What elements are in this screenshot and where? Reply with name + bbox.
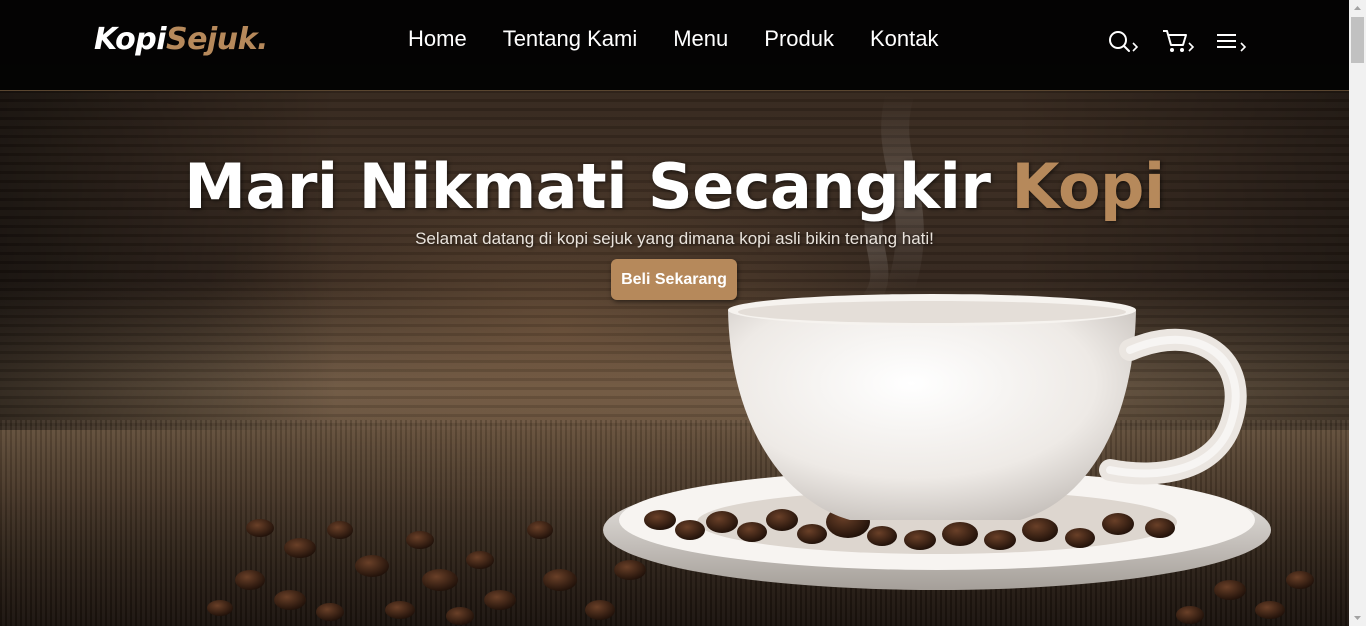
search-icon[interactable] [1108,29,1144,55]
nav-link-tentang-kami[interactable]: Tentang Kami [503,26,638,52]
hero-title: Mari Nikmati Secangkir Kopi [0,150,1349,223]
page-viewport: Mari Nikmati Secangkir Kopi Selamat data… [0,0,1349,626]
logo-text-accent: Sejuk [165,22,258,57]
logo-dot: . [257,22,268,57]
logo-text-primary: Kopi [94,22,166,57]
site-logo[interactable]: KopiSejuk. [94,22,268,57]
hero-subtitle: Selamat datang di kopi sejuk yang dimana… [415,229,934,248]
scrollbar-thumb[interactable] [1351,17,1364,63]
nav-link-kontak[interactable]: Kontak [870,26,939,52]
coffee-cup-illustration [207,90,1314,625]
buy-now-button[interactable]: Beli Sekarang [611,259,737,300]
nav-link-menu[interactable]: Menu [673,26,728,52]
hero-title-accent: Kopi [1011,150,1166,223]
nav-link-home[interactable]: Home [408,26,467,52]
vertical-scrollbar[interactable] [1349,0,1366,626]
navbar: KopiSejuk. Home Tentang Kami Menu Produk… [0,0,1349,91]
nav-icons [1108,29,1252,55]
scroll-up-arrow-icon[interactable] [1349,0,1366,17]
hero-title-main: Mari Nikmati Secangkir [184,150,1012,223]
hero-section: Mari Nikmati Secangkir Kopi Selamat data… [0,0,1349,626]
nav-link-produk[interactable]: Produk [764,26,834,52]
menu-icon[interactable] [1216,29,1252,55]
nav-links: Home Tentang Kami Menu Produk Kontak [408,26,974,52]
shopping-cart-icon[interactable] [1162,29,1198,55]
scroll-down-arrow-icon[interactable] [1349,609,1366,626]
